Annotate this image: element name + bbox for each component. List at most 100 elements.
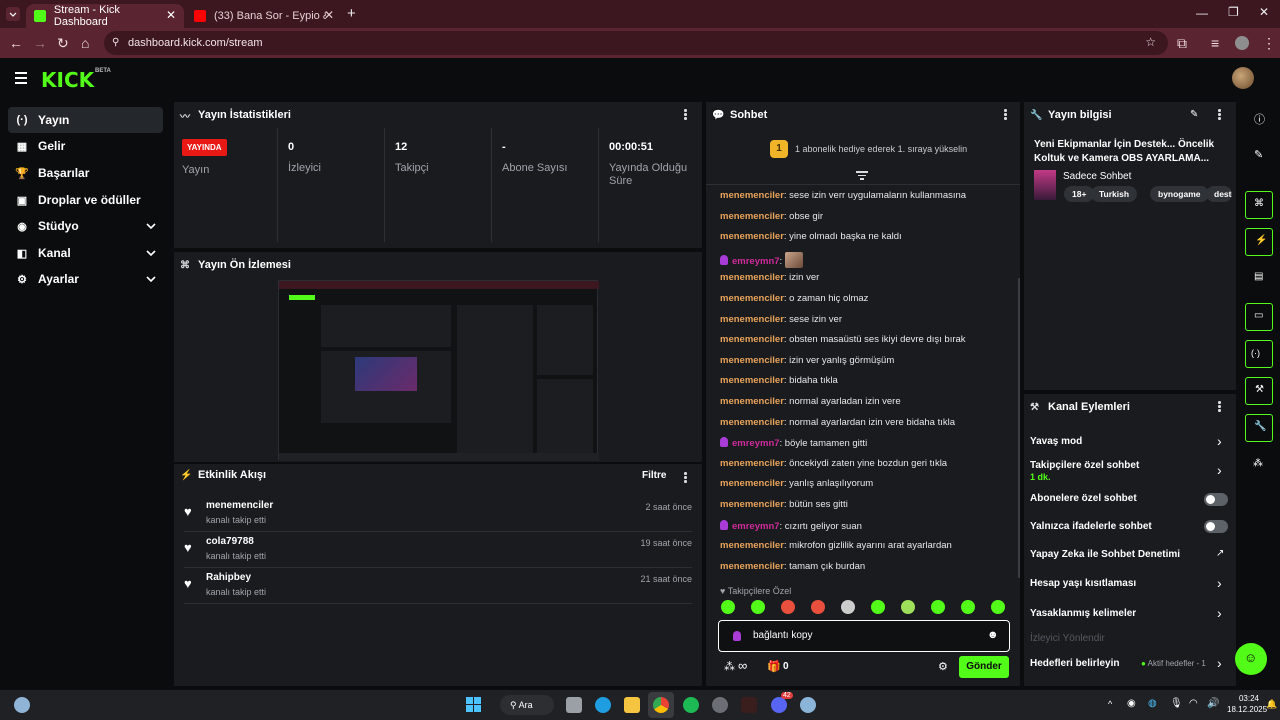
back-arrow-icon[interactable]: ←	[9, 36, 23, 50]
pencil-icon[interactable]: ✎	[1254, 148, 1263, 161]
taskbar-search[interactable]: ⚲ Ara	[500, 695, 554, 715]
chat-username[interactable]: menemenciler	[720, 293, 784, 304]
close-icon[interactable]: ✕	[324, 8, 334, 22]
gift-box-icon[interactable]: 🎁	[767, 660, 781, 673]
activity-username[interactable]: menemenciler	[206, 500, 273, 511]
weather-widget-icon[interactable]	[14, 697, 30, 713]
bookmark-star-icon[interactable]: ☆	[1145, 35, 1156, 49]
emote-icon[interactable]	[781, 600, 795, 614]
kebab-menu-icon[interactable]	[684, 109, 688, 121]
volume-icon[interactable]: 🔊	[1207, 698, 1219, 709]
emote-icon[interactable]	[811, 600, 825, 614]
emoji-picker-icon[interactable]: ☻	[987, 629, 999, 641]
pinned-toggle-icon[interactable]	[856, 171, 868, 180]
rail-lightning-button[interactable]: ⚡	[1245, 228, 1273, 256]
chat-username[interactable]: menemenciler	[720, 211, 784, 222]
preview-video[interactable]	[278, 280, 599, 461]
notification-bell-icon[interactable]: 🔔	[1266, 699, 1277, 710]
emote-icon[interactable]	[961, 600, 975, 614]
chat-username[interactable]: menemenciler	[720, 334, 784, 345]
chat-username[interactable]: menemenciler	[720, 190, 784, 201]
chat-username[interactable]: menemenciler	[720, 417, 784, 428]
chat-username[interactable]: emreymn7	[732, 438, 780, 449]
hamburger-menu-icon[interactable]	[15, 72, 27, 84]
forward-arrow-icon[interactable]: →	[33, 36, 47, 50]
emote-icon[interactable]	[991, 600, 1005, 614]
chrome-taskbar-button[interactable]	[648, 692, 674, 718]
emote-icon[interactable]	[751, 600, 765, 614]
banned-words-label[interactable]: Yasaklanmış kelimeler	[1030, 608, 1136, 619]
emotes-chat-toggle[interactable]	[1204, 520, 1228, 533]
chat-username[interactable]: menemenciler	[720, 272, 784, 283]
sidebar-item[interactable]: ◧ Kanal	[8, 240, 163, 266]
kebab-menu-icon[interactable]	[1218, 109, 1222, 121]
kebab-menu-icon[interactable]	[684, 472, 688, 484]
window-close-icon[interactable]: ✕	[1259, 5, 1269, 19]
sidebar-item[interactable]: ▣ Droplar ve ödüller	[8, 187, 163, 213]
chat-settings-icon[interactable]: ⚙	[938, 660, 948, 673]
emote-icon[interactable]	[871, 600, 885, 614]
chat-username[interactable]: emreymn7	[732, 256, 780, 267]
gift-leaderboard-text[interactable]: 1 abonelik hediye ederek 1. sıraya yükse…	[795, 144, 967, 154]
stream-tag[interactable]: Turkish	[1091, 186, 1138, 202]
external-link-icon[interactable]: ↗	[1216, 548, 1224, 559]
media-controls-icon[interactable]: ≡	[1211, 36, 1219, 50]
wifi-icon[interactable]: ◠	[1189, 698, 1198, 709]
chat-input[interactable]: bağlantı kopy ☻	[718, 620, 1010, 652]
home-icon[interactable]: ⌂	[81, 36, 89, 50]
chat-username[interactable]: emreymn7	[732, 521, 780, 532]
chat-username[interactable]: menemenciler	[720, 396, 784, 407]
rail-broadcast-button[interactable]: (·)	[1245, 340, 1273, 368]
tray-chevron-up-icon[interactable]: ^	[1108, 699, 1112, 709]
profile-avatar[interactable]	[1235, 36, 1249, 50]
chat-username[interactable]: menemenciler	[720, 540, 784, 551]
tray-mic-icon[interactable]: 🎙	[1170, 698, 1183, 709]
rail-scene-button[interactable]: ⌘	[1245, 191, 1273, 219]
emote-icon[interactable]	[841, 600, 855, 614]
tray-app-icon[interactable]: ◍	[1148, 698, 1157, 709]
goals-label[interactable]: Hedefleri belirleyin	[1030, 658, 1119, 669]
chat-username[interactable]: menemenciler	[720, 231, 784, 242]
edge-icon[interactable]	[595, 697, 611, 713]
extensions-icon[interactable]: ⧉	[1177, 36, 1187, 50]
sidebar-item[interactable]: ⚙ Ayarlar	[8, 266, 163, 292]
tab-search-button[interactable]	[6, 7, 20, 21]
settings-gear-icon[interactable]	[800, 697, 816, 713]
rail-activity-button[interactable]: ⁂	[1245, 452, 1273, 480]
chevron-down-icon[interactable]	[145, 220, 157, 232]
chevron-down-icon[interactable]	[145, 247, 157, 259]
new-tab-button[interactable]: +	[347, 5, 356, 22]
emote-icon[interactable]	[901, 600, 915, 614]
address-bar[interactable]: ⚲ dashboard.kick.com/stream ☆	[104, 31, 1168, 55]
spotify-icon[interactable]	[683, 697, 699, 713]
rail-actions-button[interactable]: ⚒	[1245, 377, 1273, 405]
sidebar-item[interactable]: ◉ Stüdyo	[8, 213, 163, 239]
chat-username[interactable]: menemenciler	[720, 458, 784, 469]
send-button[interactable]: Gönder	[959, 656, 1009, 678]
tab-kick-dashboard[interactable]: Stream - Kick Dashboard ✕	[26, 4, 184, 28]
rail-chat-button[interactable]: ▭	[1245, 303, 1273, 331]
chat-username[interactable]: menemenciler	[720, 355, 784, 366]
chevron-right-icon[interactable]: ›	[1217, 462, 1222, 478]
info-icon[interactable]: ⓘ	[1254, 111, 1265, 127]
category-name[interactable]: Sadece Sohbet	[1063, 171, 1131, 182]
discord-icon[interactable]	[771, 697, 787, 713]
chevron-down-icon[interactable]	[145, 273, 157, 285]
chevron-right-icon[interactable]: ›	[1217, 655, 1222, 671]
chat-username[interactable]: menemenciler	[720, 561, 784, 572]
browser-menu-icon[interactable]: ⋮	[1262, 36, 1276, 50]
subs-chat-toggle[interactable]	[1204, 493, 1228, 506]
windows-start-icon[interactable]	[466, 697, 481, 712]
activity-username[interactable]: cola79788	[206, 536, 254, 547]
emote-icon[interactable]	[721, 600, 735, 614]
age-restriction-label[interactable]: Hesap yaşı kısıtlaması	[1030, 578, 1136, 589]
filter-button[interactable]: Filtre	[642, 470, 666, 481]
chat-scrollbar[interactable]	[1018, 278, 1020, 578]
maximize-icon[interactable]: ❐	[1228, 5, 1239, 19]
chevron-right-icon[interactable]: ›	[1217, 433, 1222, 449]
kick-logo[interactable]: KICK	[41, 68, 94, 92]
ai-moderation-label[interactable]: Yapay Zeka ile Sohbet Denetimi	[1030, 549, 1180, 560]
task-view-icon[interactable]	[566, 697, 582, 713]
sidebar-item[interactable]: ▦ Gelir	[8, 133, 163, 159]
support-chat-button[interactable]: ☺	[1235, 643, 1267, 675]
